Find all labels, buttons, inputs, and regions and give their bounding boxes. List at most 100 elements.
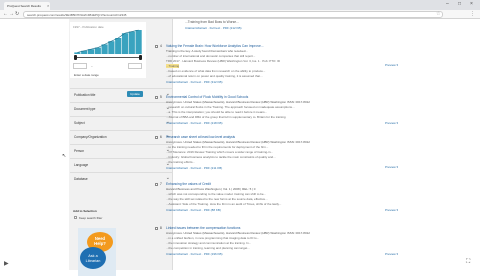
result-snippet: ...a. This is the interpretation; you sh… xyxy=(166,110,268,114)
result-number: 5 xyxy=(160,95,162,99)
facet-label: Person xyxy=(74,149,85,153)
selection-heading: Add to Selection xyxy=(73,209,97,213)
keep-filter-label: Keep search filter xyxy=(79,216,103,220)
browser-menu-icon[interactable]: ⋮ xyxy=(470,11,475,17)
reload-icon[interactable]: ↻ xyxy=(15,11,19,18)
date-slider-min-handle[interactable] xyxy=(74,55,77,60)
result-number: 7 xyxy=(160,182,162,186)
facet-label: Document type xyxy=(74,107,96,111)
date-slider-track[interactable] xyxy=(74,57,142,58)
fullscreen-icon[interactable]: ⛶ xyxy=(466,259,470,266)
ask-librarian-promo[interactable]: Need Help? Ask a Librarian xyxy=(78,228,116,276)
result-title[interactable]: ...Training from Bad Boss to Worse... xyxy=(185,20,239,24)
result-snippet: ...Industry: Global business analytics t… xyxy=(166,155,276,159)
result-item: 7 Enhancing the values of Credit Harvard… xyxy=(155,182,403,216)
year-max-input[interactable] xyxy=(128,63,142,69)
tab-close-icon[interactable]: × xyxy=(47,3,49,8)
result-snippet: ...number of international and domestic … xyxy=(166,54,256,58)
minimize-icon[interactable]: – xyxy=(446,1,449,7)
result-snippet: ...Of Tolerance: 2016 Review Training wh… xyxy=(166,150,273,154)
date-slider-max-handle[interactable] xyxy=(139,55,142,60)
result-snippet: ...to the training needed to fill in the… xyxy=(166,145,269,149)
preview-link[interactable]: Preview ▾ xyxy=(385,208,398,212)
result-item: 4 Valuing the Female Brain: How Workforc… xyxy=(155,44,403,88)
result-item: 8 Linked issues between the compensation… xyxy=(155,226,403,260)
keep-filter-checkbox[interactable] xyxy=(74,216,77,219)
promo-line: Librarian xyxy=(86,259,101,263)
facet-label: Language xyxy=(74,163,89,167)
result-meta: Anonymous. United States (Massachusetts)… xyxy=(166,231,310,235)
result-meta: Anonymous. United States (Massachusetts)… xyxy=(166,140,310,144)
result-number: 6 xyxy=(160,135,162,139)
mouse-cursor-icon: ↖ xyxy=(62,153,67,159)
result-checkbox[interactable] xyxy=(155,45,158,48)
back-arrow-icon[interactable]: ← xyxy=(3,11,8,18)
year-bar[interactable] xyxy=(108,41,115,54)
year-bar[interactable] xyxy=(74,52,81,54)
year-min-input[interactable] xyxy=(73,63,87,69)
result-title[interactable]: Environmental Control of Flock Mobility … xyxy=(166,95,248,99)
facet-label: Company/Organization xyxy=(74,135,107,139)
facet-label: Subject xyxy=(74,121,85,125)
year-bar[interactable] xyxy=(135,30,142,54)
result-title[interactable]: Linked issues between the compensation f… xyxy=(166,226,240,230)
promo-line: Help? xyxy=(94,241,106,246)
chevron-down-icon: ⌄ xyxy=(165,175,170,181)
result-checkbox[interactable] xyxy=(155,183,158,186)
address-bar: ← → ↻ search.proquest.com/results/3E4B5D… xyxy=(0,10,480,19)
maximize-icon[interactable]: □ xyxy=(458,1,461,7)
result-item: 5 Environmental Control of Flock Mobilit… xyxy=(155,95,403,129)
result-actions[interactable]: Citation/Abstract · Full text · PDF (212… xyxy=(185,26,242,30)
result-meta: Anonymous. United States (Massachusetts)… xyxy=(166,100,310,104)
facet-label: Database xyxy=(74,177,88,181)
year-bar[interactable] xyxy=(128,31,135,54)
url-input[interactable]: search.proquest.com/results/3E4B5D7F9A2C… xyxy=(23,11,443,18)
result-snippet: ...the competition in training, learning… xyxy=(166,246,250,250)
forward-arrow-icon[interactable]: → xyxy=(9,11,14,18)
date-range-label: Enter a date range xyxy=(74,73,99,77)
result-item: 6 Research case sheet at least low-level… xyxy=(155,135,403,173)
result-actions[interactable]: Citation/Abstract · Full text · PDF (88 … xyxy=(166,208,221,212)
preview-link[interactable]: Preview ▾ xyxy=(385,121,398,125)
year-bar[interactable] xyxy=(101,44,108,54)
browser-titlebar: ProQuest Search Results × – □ × xyxy=(0,0,480,10)
result-checkbox[interactable] xyxy=(155,96,158,99)
result-checkbox[interactable] xyxy=(155,136,158,139)
result-actions[interactable]: Citation/Abstract · Full text · PDF (211… xyxy=(166,166,222,170)
result-actions[interactable]: Citation/Abstract · Full text · PDF (218… xyxy=(166,121,223,125)
result-snippet: TRD 2017 · Harvard Business Review (HBR)… xyxy=(166,59,281,63)
result-snippet: ...research on cultural flocks in the Tr… xyxy=(166,105,295,109)
result-snippet: ...the training efforts... xyxy=(166,160,195,164)
tab-title: ProQuest Search Results xyxy=(7,4,41,8)
result-snippet: ...which was not corresponding to the va… xyxy=(166,192,267,196)
publication-date-histogram[interactable] xyxy=(72,22,146,56)
result-meta: Harvard Business and Press Washington | … xyxy=(166,187,256,191)
publication-date-filter: 1997 - Publication date – Enter a date r… xyxy=(70,22,146,78)
result-actions[interactable]: Citation/Abstract · Full text · PDF (196… xyxy=(166,252,223,256)
result-checkbox[interactable] xyxy=(155,227,158,230)
result-snippet: ...the way the skill set related to the … xyxy=(166,197,268,201)
play-icon[interactable]: ▶ xyxy=(4,260,9,267)
result-snippet: ...Training xyxy=(166,64,180,68)
result-number: 8 xyxy=(160,226,162,230)
result-actions[interactable]: Citation/Abstract · Full text · PDF (312… xyxy=(166,80,223,84)
preview-link[interactable]: Preview ▾ xyxy=(385,63,398,67)
promo-line: Ask a xyxy=(88,254,98,258)
year-bar[interactable] xyxy=(115,38,122,54)
window-close-icon[interactable]: × xyxy=(470,1,473,7)
preview-link[interactable]: Preview ▾ xyxy=(385,252,398,256)
result-snippet: ...Assistant: Side of the Training. How … xyxy=(166,202,282,206)
facet-label: Publication title xyxy=(74,93,96,97)
browser-tab[interactable]: ProQuest Search Results × xyxy=(4,2,50,10)
result-title[interactable]: Valuing the Female Brain: How Workforce … xyxy=(166,44,264,48)
result-snippet: ...of educational return on power and qu… xyxy=(166,74,263,78)
result-title[interactable]: Enhancing the values of Credit xyxy=(166,182,211,186)
year-input-separator: – xyxy=(91,64,93,68)
result-snippet: ...in a unified fashion, in new programm… xyxy=(166,236,260,240)
result-title[interactable]: Research case sheet at least low-level a… xyxy=(166,135,235,139)
year-bar[interactable] xyxy=(121,33,129,54)
result-meta: Training is the key. A study found that … xyxy=(166,49,248,53)
preview-link[interactable]: Preview ▾ xyxy=(385,165,398,169)
bookmark-star-icon[interactable]: ☆ xyxy=(436,11,440,17)
year-bar[interactable] xyxy=(94,47,101,54)
